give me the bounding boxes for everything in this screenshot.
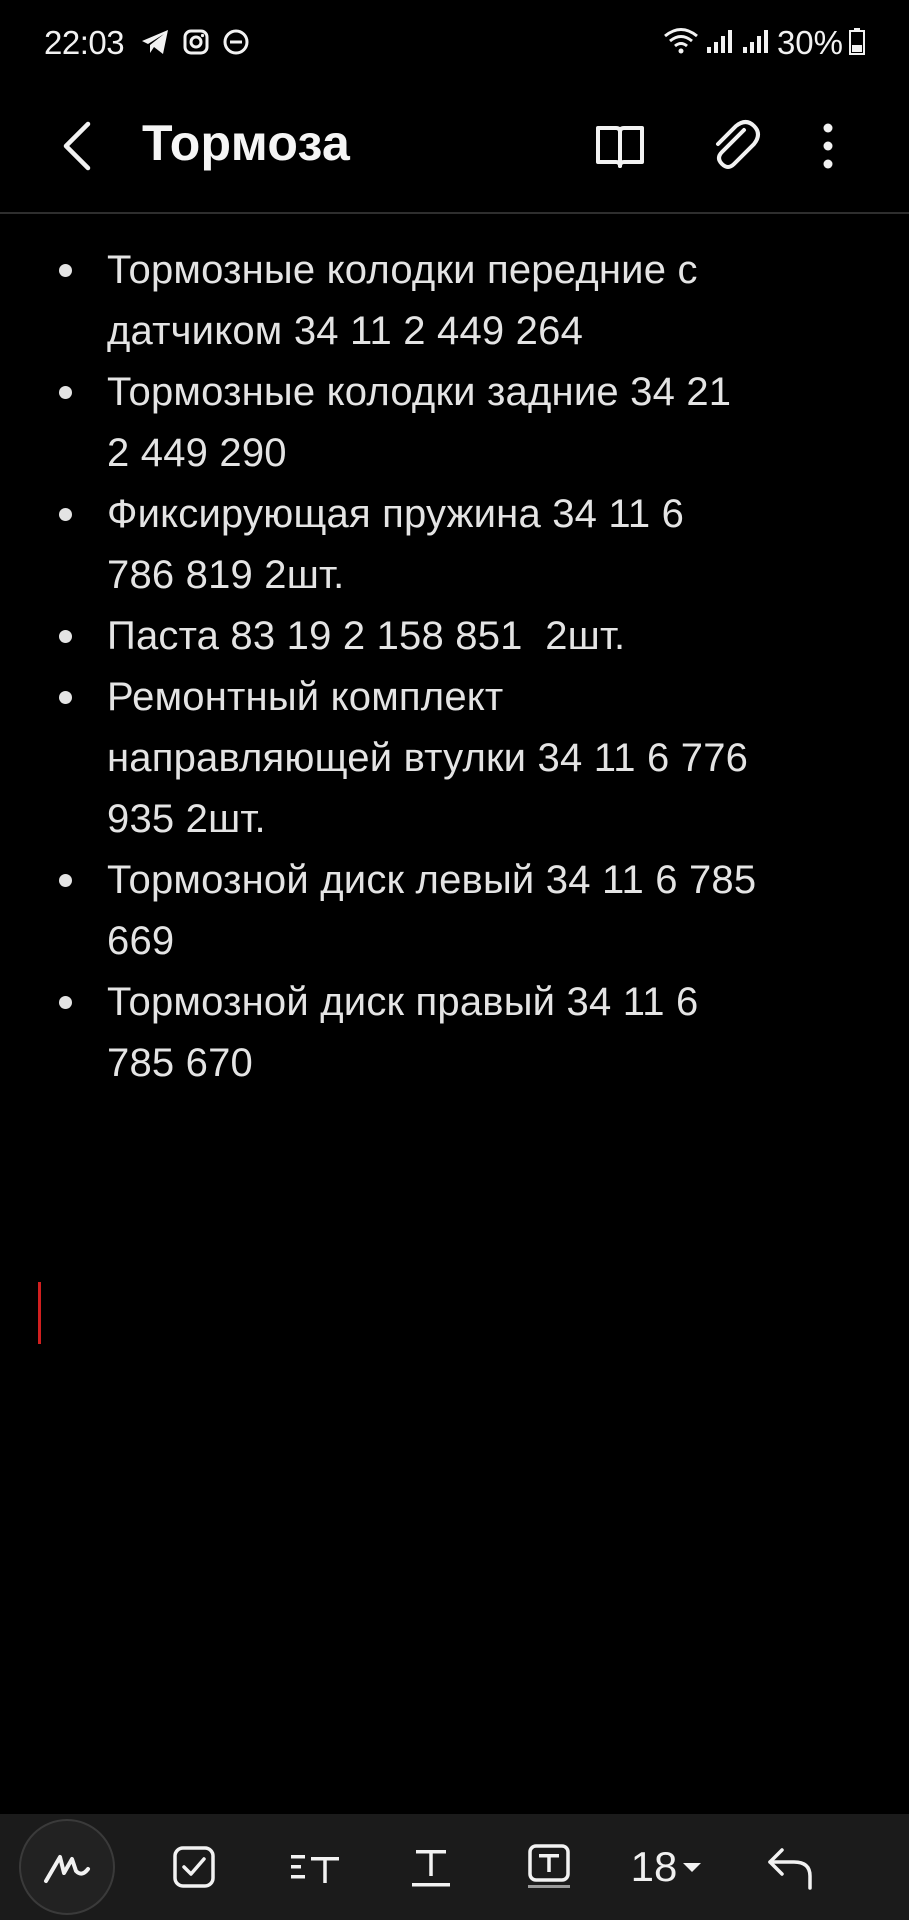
text-format-button[interactable]	[396, 1814, 466, 1920]
list-item-line: 669	[107, 919, 175, 963]
list-item-line: Паста 83 19 2 158 851 2шт.	[107, 614, 626, 658]
undo-icon	[768, 1848, 812, 1890]
status-bar: 22:03 30%	[0, 0, 909, 88]
text-box-icon	[528, 1844, 570, 1888]
list-item-line: 2 449 290	[107, 431, 287, 475]
note-body[interactable]: Тормозные колодки передние с датчиком 34…	[0, 212, 909, 1094]
back-arrow-icon	[63, 121, 91, 171]
paperclip-icon	[716, 120, 760, 169]
note-title[interactable]: Тормоза	[142, 114, 350, 172]
more-vertical-icon	[823, 123, 833, 169]
paragraph-style-button[interactable]	[278, 1814, 352, 1920]
back-button[interactable]	[52, 116, 112, 176]
list-item[interactable]: Тормозной диск левый 34 11 6 785 669	[0, 850, 909, 972]
reading-mode-button[interactable]	[590, 116, 650, 176]
app-header: Тормоза	[0, 88, 909, 214]
list-item[interactable]: Фиксирующая пружина 34 11 6 786 819 2шт.	[0, 484, 909, 606]
text-format-icon	[412, 1850, 450, 1887]
list-item-line: Фиксирующая пружина 34 11 6	[107, 492, 685, 536]
list-item[interactable]: Ремонтный комплект направляющей втулки 3…	[0, 667, 909, 850]
bullet-icon	[59, 996, 72, 1009]
system-icons: 30%	[663, 24, 865, 62]
list-item-line: направляющей втулки 34 11 6 776	[107, 736, 749, 780]
list-item-line: 786 819 2шт.	[107, 553, 345, 597]
battery-icon	[849, 27, 865, 60]
attach-button[interactable]	[704, 116, 764, 176]
list-item[interactable]: Тормозные колодки передние с датчиком 34…	[0, 240, 909, 362]
chevron-down-icon	[683, 1863, 702, 1872]
list-item[interactable]: Тормозные колодки задние 34 21 2 449 290	[0, 362, 909, 484]
checkbox-button[interactable]	[160, 1814, 228, 1920]
checkbox-icon	[173, 1846, 215, 1888]
bullet-list: Тормозные колодки передние с датчиком 34…	[0, 212, 909, 1094]
book-icon	[596, 126, 644, 168]
list-item-line: Тормозной диск правый 34 11 6	[107, 980, 699, 1024]
more-options-button[interactable]	[800, 116, 856, 176]
bullet-icon	[59, 874, 72, 887]
text-cursor	[38, 1282, 41, 1344]
list-item[interactable]: Паста 83 19 2 158 851 2шт.	[0, 606, 909, 667]
status-time: 22:03	[44, 24, 125, 61]
text-box-button[interactable]	[514, 1814, 584, 1920]
bullet-icon	[59, 508, 72, 521]
notification-icons	[140, 28, 250, 61]
paragraph-style-icon	[291, 1855, 339, 1883]
pen-icon-circle	[19, 1819, 115, 1915]
list-item-line: Тормозные колодки передние с	[107, 248, 698, 292]
list-item[interactable]: Тормозной диск правый 34 11 6 785 670	[0, 972, 909, 1094]
battery-percent: 30%	[776, 24, 843, 61]
list-item-line: Тормозные колодки задние 34 21	[107, 370, 732, 414]
dnd-icon	[222, 28, 250, 61]
list-item-line: 785 670	[107, 1041, 253, 1085]
list-item-line: датчиком 34 11 2 449 264	[107, 309, 584, 353]
bullet-icon	[59, 630, 72, 643]
signal-icon	[741, 27, 771, 60]
bullet-icon	[59, 264, 72, 277]
wifi-icon	[663, 26, 699, 61]
bullet-icon	[59, 386, 72, 399]
signal-icon	[705, 27, 735, 60]
handwriting-button[interactable]	[18, 1814, 116, 1920]
list-item-line: 935 2шт.	[107, 797, 266, 841]
bullet-icon	[59, 691, 72, 704]
pen-icon	[44, 1855, 90, 1883]
instagram-icon	[182, 28, 210, 61]
font-size-value: 18	[630, 1843, 678, 1890]
formatting-toolbar: 18	[0, 1814, 909, 1920]
list-item-line: Тормозной диск левый 34 11 6 785	[107, 858, 757, 902]
telegram-icon	[140, 28, 170, 61]
font-size-dropdown[interactable]: 18	[622, 1814, 712, 1920]
undo-button[interactable]	[756, 1814, 826, 1920]
list-item-line: Ремонтный комплект	[107, 675, 504, 719]
